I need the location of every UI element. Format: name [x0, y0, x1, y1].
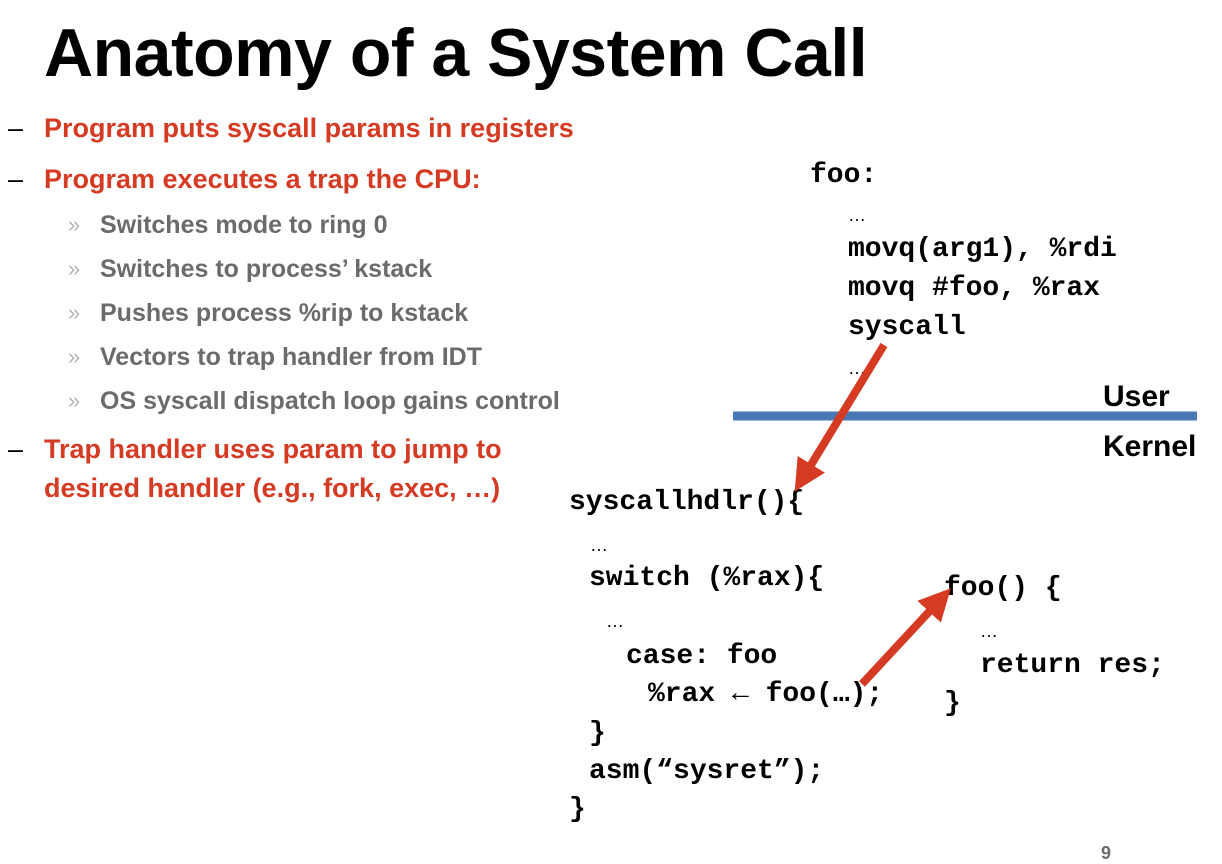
diagram-overlay: [733, 342, 1197, 687]
slide: Anatomy of a System Call – Program puts …: [0, 0, 1222, 863]
page-number: 9: [1101, 843, 1112, 863]
dispatch-to-foo-arrow: [859, 588, 951, 687]
